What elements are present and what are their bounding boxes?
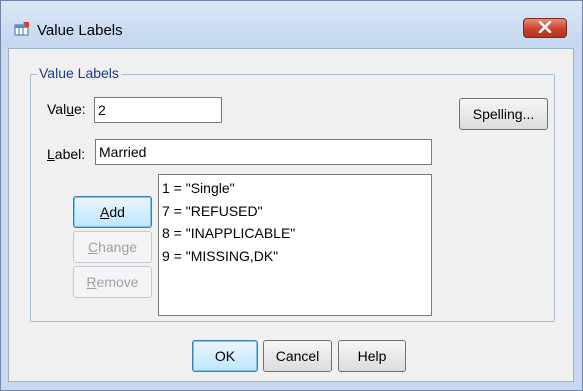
label-input[interactable]: Married — [95, 139, 432, 165]
list-item[interactable]: 9 = "MISSING,DK" — [162, 245, 428, 268]
list-item[interactable]: 8 = "INAPPLICABLE" — [162, 222, 428, 245]
list-item[interactable]: 7 = "REFUSED" — [162, 200, 428, 223]
title-bar[interactable]: Value Labels — [1, 1, 582, 47]
value-labels-app-icon — [14, 22, 30, 36]
spelling-button[interactable]: Spelling... — [459, 98, 548, 130]
value-label: Value: — [47, 101, 86, 117]
list-item[interactable]: 1 = "Single" — [162, 177, 428, 200]
change-button[interactable]: Change — [73, 231, 152, 263]
remove-button[interactable]: Remove — [73, 266, 152, 298]
group-label: Value Labels — [37, 65, 121, 81]
ok-button[interactable]: OK — [192, 340, 258, 372]
close-icon — [538, 20, 552, 36]
value-labels-list[interactable]: 1 = "Single" 7 = "REFUSED" 8 = "INAPPLIC… — [158, 174, 432, 316]
help-button[interactable]: Help — [338, 340, 406, 372]
close-button[interactable] — [523, 18, 567, 38]
cancel-button[interactable]: Cancel — [263, 340, 332, 372]
value-input[interactable]: 2 — [94, 97, 222, 123]
add-button[interactable]: Add — [73, 196, 152, 228]
window-title: Value Labels — [37, 22, 123, 39]
label-label: Label: — [47, 146, 86, 162]
